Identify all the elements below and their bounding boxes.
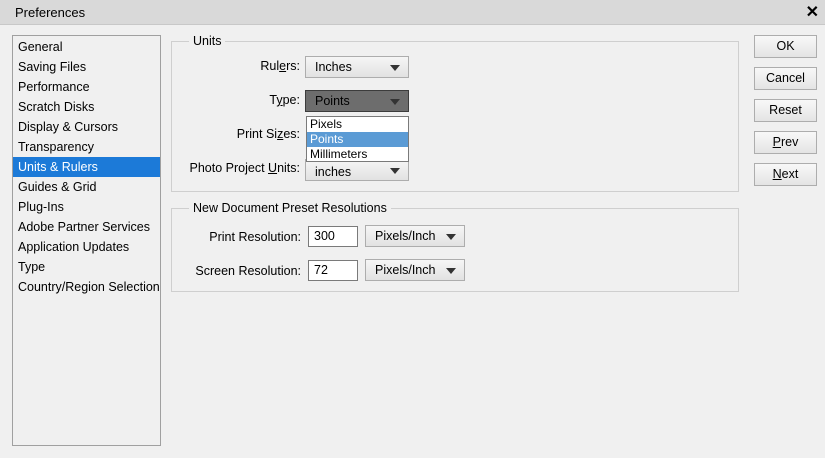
type-option-millimeters[interactable]: Millimeters xyxy=(307,147,408,162)
sidebar-item-performance[interactable]: Performance xyxy=(13,77,160,97)
cancel-button[interactable]: Cancel xyxy=(754,67,817,90)
sidebar-item-application-updates[interactable]: Application Updates xyxy=(13,237,160,257)
type-value: Points xyxy=(315,94,350,108)
photo-project-units-label: Photo Project Units: xyxy=(189,161,300,175)
type-label: Type: xyxy=(269,93,300,107)
next-button[interactable]: Next xyxy=(754,163,817,186)
sidebar-item-type[interactable]: Type xyxy=(13,257,160,277)
close-icon[interactable]: ✕ xyxy=(806,2,819,22)
print-sizes-label: Print Sizes: xyxy=(236,127,300,141)
preferences-category-list: General Saving Files Performance Scratch… xyxy=(12,35,161,446)
type-option-pixels[interactable]: Pixels xyxy=(307,117,408,132)
sidebar-item-plug-ins[interactable]: Plug-Ins xyxy=(13,197,160,217)
screen-resolution-unit: Pixels/Inch xyxy=(375,263,436,277)
type-dropdown-list: Pixels Points Millimeters xyxy=(306,116,409,162)
print-resolution-unit: Pixels/Inch xyxy=(375,229,436,243)
chevron-down-icon xyxy=(390,168,400,174)
sidebar-item-saving-files[interactable]: Saving Files xyxy=(13,57,160,77)
preset-resolutions-legend: New Document Preset Resolutions xyxy=(193,201,387,215)
rulers-value: Inches xyxy=(315,60,352,74)
type-select[interactable]: Points xyxy=(305,90,409,112)
rulers-label: Rulers: xyxy=(260,59,300,73)
sidebar-item-units-rulers[interactable]: Units & Rulers xyxy=(13,157,160,177)
sidebar-item-country-region-selection[interactable]: Country/Region Selection xyxy=(13,277,160,297)
photo-project-units-value: inches xyxy=(315,165,352,179)
window-title: Preferences xyxy=(15,5,86,20)
sidebar-item-transparency[interactable]: Transparency xyxy=(13,137,160,157)
screen-resolution-input[interactable]: 72 xyxy=(308,260,358,281)
sidebar-items: General Saving Files Performance Scratch… xyxy=(13,37,160,297)
chevron-down-icon xyxy=(390,99,400,105)
title-bar: Preferences ✕ xyxy=(0,0,825,25)
chevron-down-icon xyxy=(446,268,456,274)
print-resolution-input[interactable]: 300 xyxy=(308,226,358,247)
screen-resolution-unit-select[interactable]: Pixels/Inch xyxy=(365,259,465,281)
rulers-select[interactable]: Inches xyxy=(305,56,409,78)
sidebar-item-guides-grid[interactable]: Guides & Grid xyxy=(13,177,160,197)
sidebar-item-scratch-disks[interactable]: Scratch Disks xyxy=(13,97,160,117)
type-option-points[interactable]: Points xyxy=(307,132,408,147)
ok-button[interactable]: OK xyxy=(754,35,817,58)
sidebar-item-display-cursors[interactable]: Display & Cursors xyxy=(13,117,160,137)
reset-button[interactable]: Reset xyxy=(754,99,817,122)
screen-resolution-label: Screen Resolution: xyxy=(195,264,301,278)
photo-project-units-select[interactable]: inches xyxy=(305,159,409,181)
units-legend: Units xyxy=(193,34,222,48)
chevron-down-icon xyxy=(390,65,400,71)
chevron-down-icon xyxy=(446,234,456,240)
prev-button[interactable]: Prev xyxy=(754,131,817,154)
sidebar-item-adobe-partner-services[interactable]: Adobe Partner Services xyxy=(13,217,160,237)
sidebar-item-general[interactable]: General xyxy=(13,37,160,57)
print-resolution-unit-select[interactable]: Pixels/Inch xyxy=(365,225,465,247)
print-resolution-label: Print Resolution: xyxy=(209,230,301,244)
